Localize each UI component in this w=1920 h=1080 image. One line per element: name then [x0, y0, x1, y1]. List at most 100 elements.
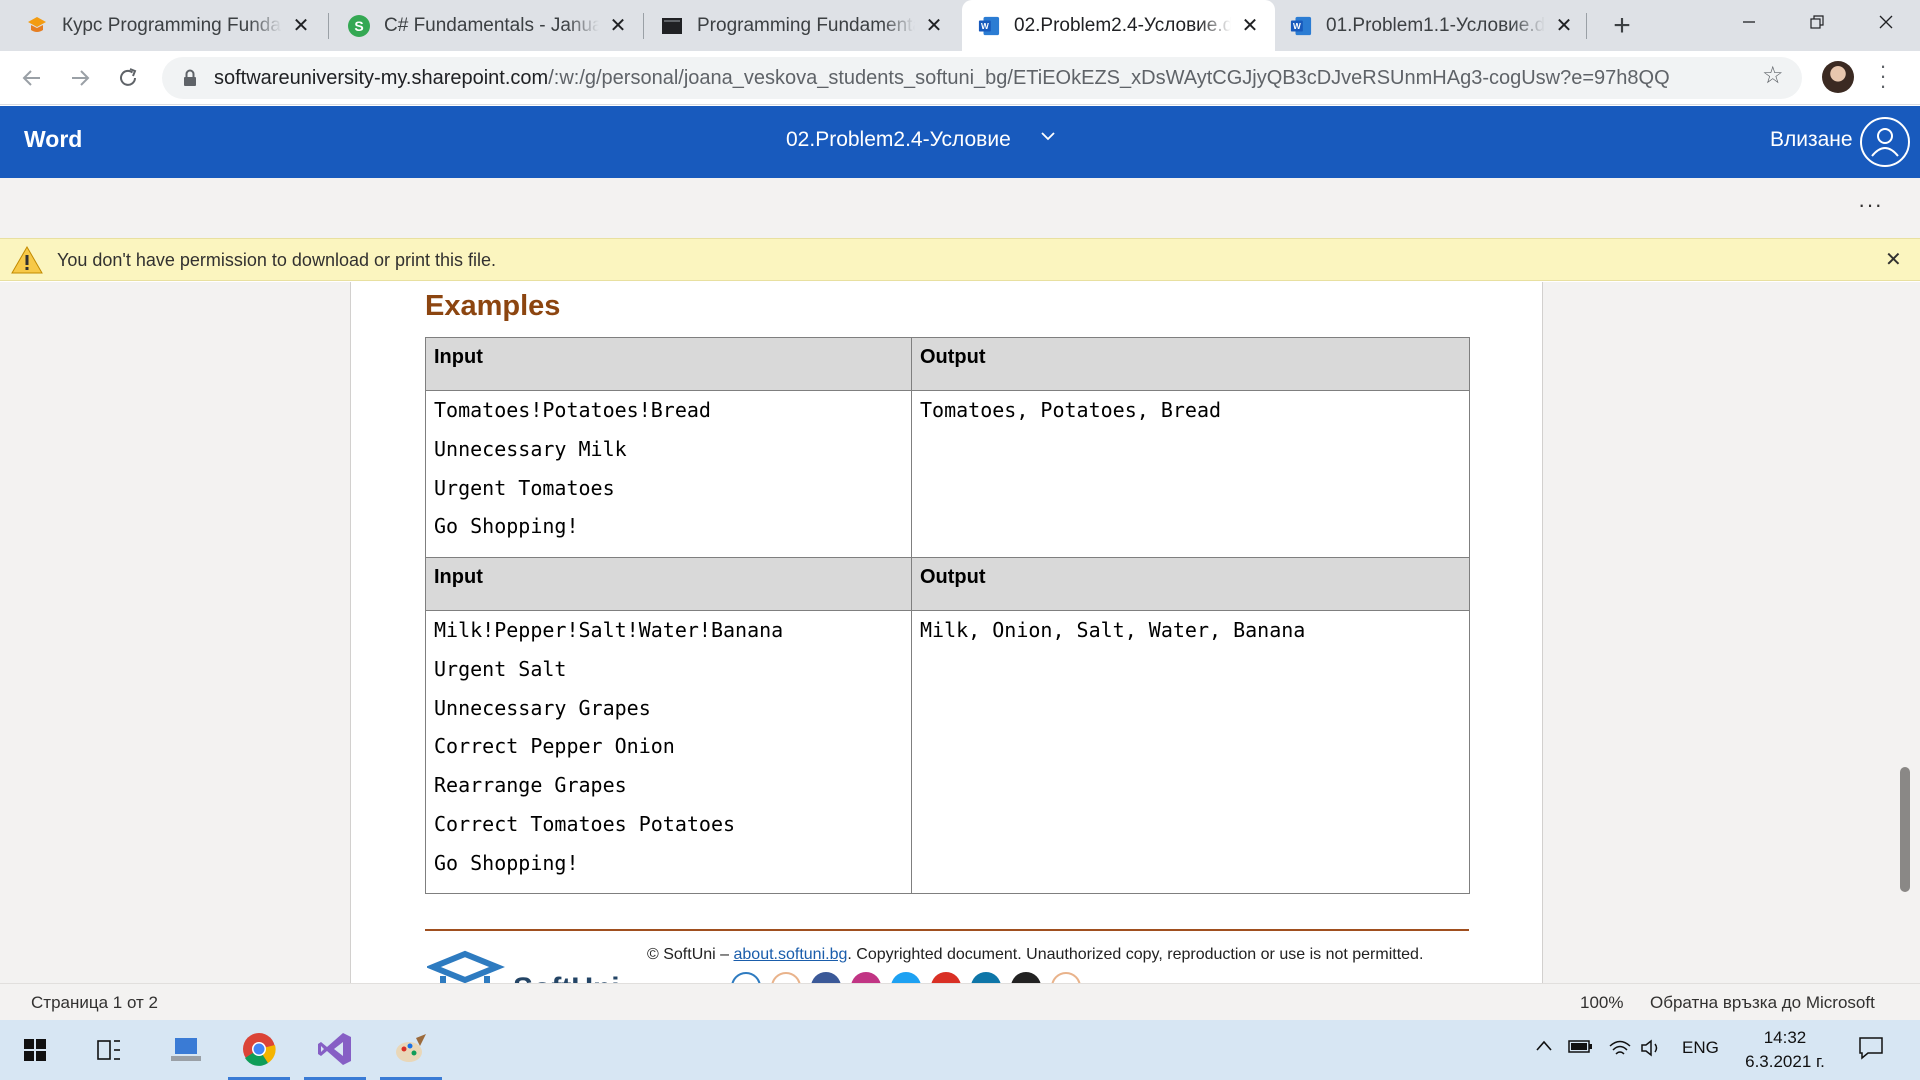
bookmark-star-icon[interactable]: ☆	[1762, 61, 1784, 90]
start-button[interactable]	[4, 1020, 66, 1080]
more-options-icon[interactable]: ···	[1858, 192, 1883, 218]
browser-tab-csharp-fundamentals[interactable]: S C# Fundamentals - January ✕	[330, 0, 643, 51]
chevron-up-icon	[1536, 1040, 1552, 1051]
browser-menu-icon[interactable]: · · ·	[1876, 55, 1890, 97]
browser-tab-problem-1-1[interactable]: W 01.Problem1.1-Условие.docx ✕	[1276, 0, 1589, 51]
task-view-button[interactable]	[78, 1020, 140, 1080]
globe-icon[interactable]	[771, 972, 801, 983]
system-clock[interactable]: 14:32 6.3.2021 г.	[1720, 1026, 1850, 1074]
word-icon: W	[1290, 15, 1312, 37]
input-language[interactable]: ENG	[1682, 1038, 1719, 1058]
close-icon	[1879, 15, 1892, 29]
code-line: Urgent Tomatoes	[434, 475, 615, 500]
social-icons	[731, 972, 1081, 983]
code-line: Milk!Pepper!Salt!Water!Banana	[434, 618, 784, 642]
arrow-right-icon	[72, 70, 90, 86]
input-header: Input	[425, 337, 912, 391]
browser-tab-programming-fundamentals[interactable]: Programming Fundamentals ✕	[645, 0, 959, 51]
examples-table: Input Output Tomatoes!Potatoes!Bread Unn…	[425, 337, 1470, 894]
taskbar-app-visual-studio[interactable]	[304, 1020, 366, 1080]
address-bar[interactable]: softwareuniversity-my.sharepoint.com/:w:…	[162, 57, 1802, 99]
clock-date: 6.3.2021 г.	[1745, 1052, 1825, 1071]
facebook-icon[interactable]	[811, 972, 841, 983]
battery-icon[interactable]	[1568, 1038, 1594, 1059]
word-header: Word 02.Problem2.4-Условие Влизане	[0, 106, 1920, 178]
forward-button[interactable]	[62, 60, 98, 96]
close-tab-icon[interactable]: ✕	[607, 15, 629, 37]
user-account-icon[interactable]	[1860, 117, 1910, 167]
browser-tab-problem-2-4[interactable]: W 02.Problem2.4-Условие.docx ✕	[962, 0, 1275, 51]
code-line: Urgent Salt	[434, 656, 567, 681]
clock-time: 14:32	[1763, 1028, 1807, 1047]
feedback-link[interactable]: Обратна връзка до Microsoft	[1650, 993, 1875, 1013]
output-header: Output	[911, 337, 1470, 391]
notifications-icon[interactable]	[1858, 1036, 1884, 1065]
taskbar-app-paint[interactable]	[380, 1020, 442, 1080]
new-tab-button[interactable]: +	[1604, 8, 1640, 44]
page-indicator: Страница 1 от 2	[31, 993, 158, 1012]
softuni-logo-text: SoftUni	[513, 972, 620, 983]
restore-button[interactable]	[1782, 0, 1851, 44]
zoom-level[interactable]: 100%	[1580, 993, 1623, 1013]
chrome-icon	[243, 1032, 276, 1066]
code-line: Tomatoes, Potatoes, Bread	[920, 398, 1222, 422]
code-line: Rearrange Grapes	[434, 773, 627, 798]
close-tab-icon[interactable]: ✕	[290, 15, 312, 37]
tab-separator	[643, 13, 644, 39]
app-name[interactable]: Word	[24, 126, 82, 153]
sign-in-link[interactable]: Влизане	[1770, 128, 1853, 152]
video-icon	[661, 15, 683, 37]
document-canvas: Examples Input Output Tomatoes!Potatoes!…	[0, 282, 1920, 983]
s-green-icon: S	[348, 14, 370, 37]
email-icon[interactable]	[1051, 972, 1081, 983]
youtube-icon[interactable]	[931, 972, 961, 983]
browser-toolbar: softwareuniversity-my.sharepoint.com/:w:…	[0, 51, 1920, 105]
instagram-icon[interactable]	[851, 972, 881, 983]
profile-avatar[interactable]	[1822, 61, 1854, 93]
computer-icon	[171, 1038, 201, 1061]
wifi-icon[interactable]	[1608, 1038, 1632, 1063]
close-window-button[interactable]	[1851, 0, 1920, 44]
windows-taskbar: ENG 14:32 6.3.2021 г.	[0, 1020, 1920, 1080]
footer-divider	[425, 929, 1469, 931]
arrow-left-icon	[22, 70, 40, 86]
twitter-icon[interactable]	[891, 972, 921, 983]
close-infobar-icon[interactable]: ✕	[1885, 247, 1902, 272]
softuni-academy-icon	[26, 15, 48, 37]
close-tab-icon[interactable]: ✕	[1239, 15, 1261, 37]
code-line: Milk, Onion, Salt, Water, Banana	[920, 618, 1306, 642]
table-row: Milk!Pepper!Salt!Water!Banana Urgent Sal…	[425, 610, 1470, 894]
volume-icon[interactable]	[1640, 1038, 1664, 1063]
tab-title: C# Fundamentals - January	[384, 14, 599, 36]
lock-icon	[184, 69, 196, 86]
word-icon: W	[978, 15, 1000, 37]
example-input-cell: Tomatoes!Potatoes!Bread Unnecessary Milk…	[425, 390, 912, 558]
chevron-down-icon[interactable]	[1040, 128, 1056, 149]
examples-heading: Examples	[425, 290, 561, 322]
taskbar-app-pc[interactable]	[155, 1020, 217, 1080]
vertical-scrollbar[interactable]	[1900, 767, 1910, 892]
warning-icon	[11, 245, 43, 274]
infobar-message: You don't have permission to download or…	[57, 250, 497, 270]
permission-infobar: You don't have permission to download or…	[0, 238, 1920, 281]
document-page: Examples Input Output Tomatoes!Potatoes!…	[350, 282, 1543, 983]
browser-tab-softuni-course[interactable]: Курс Programming Fundamentals ✕	[0, 0, 326, 51]
taskbar-app-chrome[interactable]	[228, 1020, 290, 1080]
linkedin-icon[interactable]	[971, 972, 1001, 983]
command-bar: ···	[0, 178, 1920, 238]
skype-icon[interactable]	[731, 972, 761, 983]
close-tab-icon[interactable]: ✕	[1553, 15, 1575, 37]
show-hidden-icons[interactable]	[1535, 1038, 1553, 1058]
code-line: Go Shopping!	[434, 850, 579, 875]
softuni-about-link[interactable]: about.softuni.bg	[734, 946, 848, 963]
document-title[interactable]: 02.Problem2.4-Условие	[786, 128, 1011, 152]
url-path: /:w:/g/personal/joana_veskova_students_s…	[548, 66, 1670, 89]
table-row: Tomatoes!Potatoes!Bread Unnecessary Milk…	[425, 390, 1470, 558]
minimize-button[interactable]	[1714, 0, 1783, 44]
svg-text:W: W	[1293, 22, 1301, 31]
github-icon[interactable]	[1011, 972, 1041, 983]
output-header: Output	[911, 557, 1470, 611]
back-button[interactable]	[14, 60, 50, 96]
reload-button[interactable]	[110, 60, 146, 96]
close-tab-icon[interactable]: ✕	[923, 15, 945, 37]
